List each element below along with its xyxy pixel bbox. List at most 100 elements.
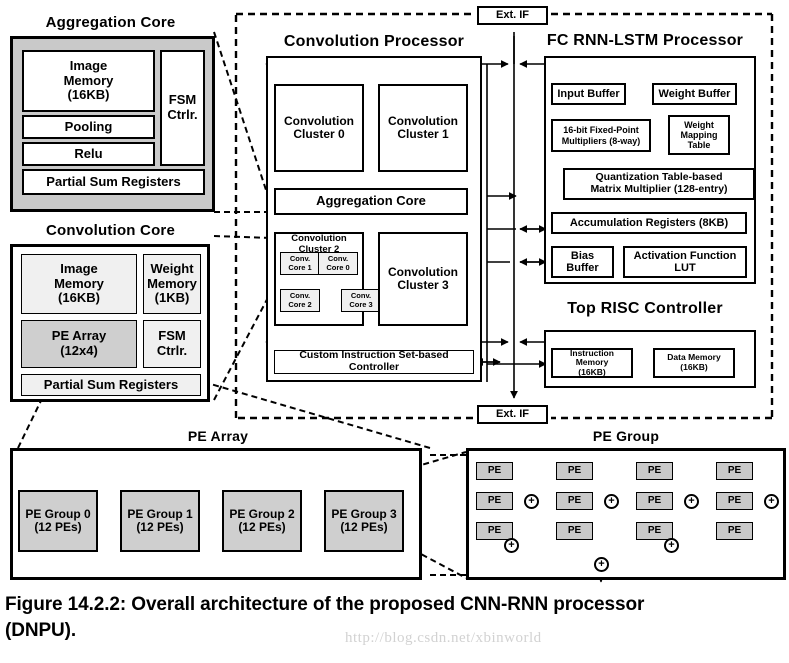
- watermark: http://blog.csdn.net/xbinworld: [345, 630, 542, 646]
- conv-proc-aggregation-core: Aggregation Core: [274, 188, 468, 215]
- pe-group-0: PE Group 0 (12 PEs): [18, 490, 98, 552]
- conv-weight-memory: Weight Memory (1KB): [143, 254, 201, 314]
- conv-weight-memory-l1: Weight: [150, 261, 194, 277]
- multipliers-l2: Multipliers (8-way): [561, 135, 641, 146]
- agg-image-memory-l2: Memory: [63, 72, 114, 88]
- conv-core-2: Conv. Core 2: [280, 289, 320, 312]
- data-memory: Data Memory (16KB): [653, 348, 735, 378]
- pe-cell: PE: [476, 492, 513, 510]
- lut-l1: Activation Function: [633, 249, 737, 262]
- conv-core-0: Conv. Core 0: [318, 252, 358, 275]
- lut-l2: LUT: [674, 262, 696, 274]
- convolution-cluster-3: Convolution Cluster 3: [378, 232, 468, 326]
- pe-group-2: PE Group 2 (12 PEs): [222, 490, 302, 552]
- pe-cell: PE: [636, 522, 673, 540]
- conv-core-0-l2: Core 0: [326, 262, 350, 272]
- conv-pe-array: PE Array (12x4): [21, 320, 137, 368]
- pe-group-3: PE Group 3 (12 PEs): [324, 490, 404, 552]
- multipliers-l1: 16-bit Fixed-Point: [563, 125, 639, 136]
- adder-node: +: [684, 494, 699, 509]
- conv-pe-array-l2: (12x4): [60, 343, 98, 358]
- adder-node: +: [664, 538, 679, 553]
- weight-buffer: Weight Buffer: [652, 83, 737, 105]
- conv-image-memory-l2: Memory: [54, 275, 104, 291]
- pe-group-3-l2: (12 PEs): [340, 520, 388, 534]
- pe-group-0-l2: (12 PEs): [34, 520, 82, 534]
- pe-group-2-l2: (12 PEs): [238, 520, 286, 534]
- cluster0-l1: Convolution: [284, 113, 354, 128]
- matrix-multiplier: Quantization Table-based Matrix Multipli…: [563, 168, 755, 200]
- fc-rnn-lstm-title: FC RNN-LSTM Processor: [546, 32, 744, 49]
- aggregation-core-title: Aggregation Core: [45, 14, 176, 31]
- pe-group-0-l1: PE Group 0: [25, 506, 91, 521]
- bias-l1: Bias: [570, 249, 595, 262]
- bias-l2: Buffer: [566, 262, 599, 274]
- ext-if-bottom: Ext. IF: [477, 405, 548, 424]
- cluster1-l1: Convolution: [388, 113, 458, 128]
- conv-core-3-l2: Core 3: [349, 299, 373, 309]
- caption-line-2: (DNPU).: [5, 619, 77, 641]
- accumulation-registers: Accumulation Registers (8KB): [551, 212, 747, 234]
- cluster3-l1: Convolution: [388, 264, 458, 279]
- agg-image-memory: Image Memory (16KB): [22, 50, 155, 112]
- convolution-processor-title: Convolution Processor: [283, 33, 465, 50]
- cluster3-l2: Cluster 3: [397, 278, 449, 292]
- weight-mapping-table: Weight Mapping Table: [668, 115, 730, 155]
- pe-group-1-l1: PE Group 1: [127, 506, 193, 521]
- bias-buffer: Bias Buffer: [551, 246, 614, 278]
- adder-node: +: [764, 494, 779, 509]
- pe-cell: PE: [716, 522, 753, 540]
- conv-image-memory-l1: Image: [60, 261, 98, 277]
- caption-line-1: Figure 14.2.2: Overall architecture of t…: [5, 594, 645, 615]
- imem-l2: (16KB): [578, 366, 606, 377]
- conv-core-1-l2: Core 1: [288, 262, 312, 272]
- cluster1-l2: Cluster 1: [397, 127, 449, 141]
- imem-l1: Instruction Memory: [570, 347, 614, 368]
- pe-cell: PE: [476, 462, 513, 480]
- conv-fsm-ctrl: FSM Ctrlr.: [143, 320, 201, 368]
- agg-pooling: Pooling: [22, 115, 155, 139]
- pe-cell: PE: [636, 492, 673, 510]
- instruction-memory: Instruction Memory (16KB): [551, 348, 633, 378]
- conv-core-2-l2: Core 2: [288, 299, 312, 309]
- adder-node: +: [594, 557, 609, 572]
- pe-cell: PE: [716, 492, 753, 510]
- conv-image-memory: Image Memory (16KB): [21, 254, 137, 314]
- pe-group-1-l2: (12 PEs): [136, 520, 184, 534]
- agg-relu: Relu: [22, 142, 155, 166]
- conv-core-1: Conv. Core 1: [280, 252, 320, 275]
- convolution-cluster-0: Convolution Cluster 0: [274, 84, 364, 172]
- wmt-l2: Mapping: [680, 129, 718, 140]
- conv-partial-sum-registers: Partial Sum Registers: [21, 374, 201, 396]
- pe-group-2-l1: PE Group 2: [229, 506, 295, 521]
- figure-canvas: Aggregation Core Image Memory (16KB) Poo…: [0, 0, 789, 663]
- agg-partial-sum-registers: Partial Sum Registers: [22, 169, 205, 195]
- top-risc-title: Top RISC Controller: [567, 300, 723, 317]
- cluster2-l1: Convolution: [291, 233, 347, 244]
- pe-group-title: PE Group: [592, 428, 660, 444]
- conv-fsm-l2: Ctrlr.: [156, 343, 188, 358]
- wmt-l1: Weight: [684, 119, 714, 130]
- convolution-core-title: Convolution Core: [45, 222, 176, 239]
- pe-cell: PE: [716, 462, 753, 480]
- pe-cell: PE: [476, 522, 513, 540]
- input-buffer: Input Buffer: [551, 83, 626, 105]
- agg-image-memory-l1: Image: [69, 58, 108, 74]
- pe-cell: PE: [556, 462, 593, 480]
- pe-array-title: PE Array: [187, 428, 249, 444]
- pe-cell: PE: [556, 492, 593, 510]
- pe-cell: PE: [636, 462, 673, 480]
- ext-if-top: Ext. IF: [477, 6, 548, 25]
- conv-pe-array-l1: PE Array: [51, 328, 107, 344]
- wmt-l3: Table: [687, 140, 711, 151]
- adder-node: +: [604, 494, 619, 509]
- agg-image-memory-l3: (16KB): [67, 87, 110, 103]
- mm-l2: Matrix Multiplier (128-entry): [590, 183, 728, 195]
- custom-instruction-controller: Custom Instruction Set-based Controller: [274, 349, 474, 374]
- agg-fsm-l2: Ctrlr.: [167, 107, 198, 122]
- dmem-l2: (16KB): [680, 362, 708, 372]
- pe-group-3-l1: PE Group 3: [331, 506, 397, 521]
- conv-weight-memory-l2: Memory: [147, 275, 197, 291]
- convolution-cluster-1: Convolution Cluster 1: [378, 84, 468, 172]
- conv-core-3: Conv. Core 3: [341, 289, 381, 312]
